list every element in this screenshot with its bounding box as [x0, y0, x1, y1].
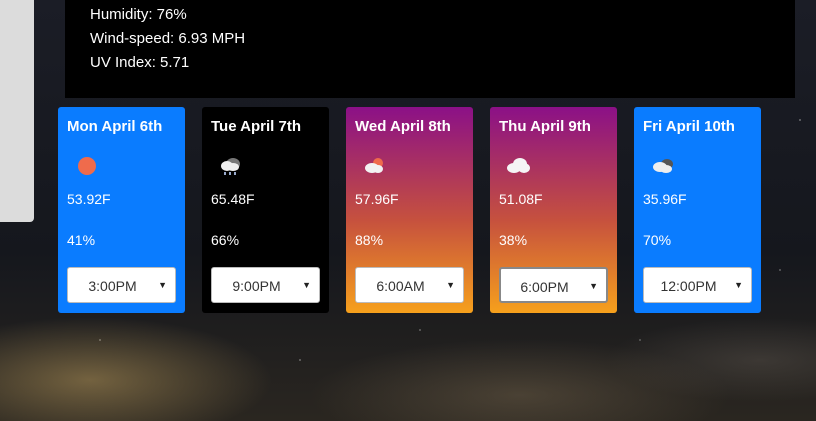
current-uv-index: UV Index: 5.71: [90, 54, 190, 71]
left-panel: [0, 0, 34, 222]
forecast-temperature: 65.48F: [211, 191, 255, 207]
forecast-humidity: 41%: [67, 232, 96, 248]
dark-cloud-icon: [650, 155, 676, 177]
forecast-card-mon: Mon April 6th 53.92F 41% 3:00PM ▼: [58, 107, 185, 313]
forecast-day: Mon April 6th: [67, 118, 163, 135]
time-select-value: 12:00PM: [660, 278, 717, 294]
forecast-day: Thu April 9th: [499, 118, 591, 135]
sun-icon: [74, 155, 100, 177]
forecast-temperature: 53.92F: [67, 191, 111, 207]
current-humidity: Humidity: 76%: [90, 6, 187, 23]
time-select-value: 3:00PM: [88, 278, 137, 294]
forecast-card-fri: Fri April 10th 35.96F 70% 12:00PM ▼: [634, 107, 761, 313]
time-select[interactable]: 9:00PM ▼: [211, 267, 320, 303]
cloud-icon: [506, 155, 532, 177]
chevron-down-icon: ▼: [302, 280, 311, 290]
forecast-card-tue: Tue April 7th 65.48F 66% 9:00PM ▼: [202, 107, 329, 313]
forecast-temperature: 57.96F: [355, 191, 399, 207]
partly-cloudy-icon: [362, 155, 388, 177]
time-select-value: 6:00PM: [520, 279, 569, 295]
forecast-day: Fri April 10th: [643, 118, 735, 135]
chevron-down-icon: ▼: [734, 280, 743, 290]
rain-cloud-icon: [218, 155, 244, 177]
forecast-temperature: 35.96F: [643, 191, 687, 207]
chevron-down-icon: ▼: [158, 280, 167, 290]
time-select[interactable]: 3:00PM ▼: [67, 267, 176, 303]
forecast-card-thu: Thu April 9th 51.08F 38% 6:00PM ▼: [490, 107, 617, 313]
time-select[interactable]: 6:00AM ▼: [355, 267, 464, 303]
current-wind-speed: Wind-speed: 6.93 MPH: [90, 30, 246, 47]
forecast-humidity: 70%: [643, 232, 672, 248]
forecast-day: Wed April 8th: [355, 118, 451, 135]
forecast-day: Tue April 7th: [211, 118, 301, 135]
time-select-value: 6:00AM: [376, 278, 425, 294]
chevron-down-icon: ▼: [589, 281, 598, 291]
chevron-down-icon: ▼: [446, 280, 455, 290]
time-select-value: 9:00PM: [232, 278, 281, 294]
time-select[interactable]: 6:00PM ▼: [499, 267, 608, 303]
time-select[interactable]: 12:00PM ▼: [643, 267, 752, 303]
forecast-card-wed: Wed April 8th 57.96F 88% 6:00AM ▼: [346, 107, 473, 313]
forecast-humidity: 88%: [355, 232, 384, 248]
forecast-humidity: 38%: [499, 232, 528, 248]
forecast-temperature: 51.08F: [499, 191, 543, 207]
current-weather-panel: Humidity: 76% Wind-speed: 6.93 MPH UV In…: [65, 0, 795, 98]
forecast-humidity: 66%: [211, 232, 240, 248]
